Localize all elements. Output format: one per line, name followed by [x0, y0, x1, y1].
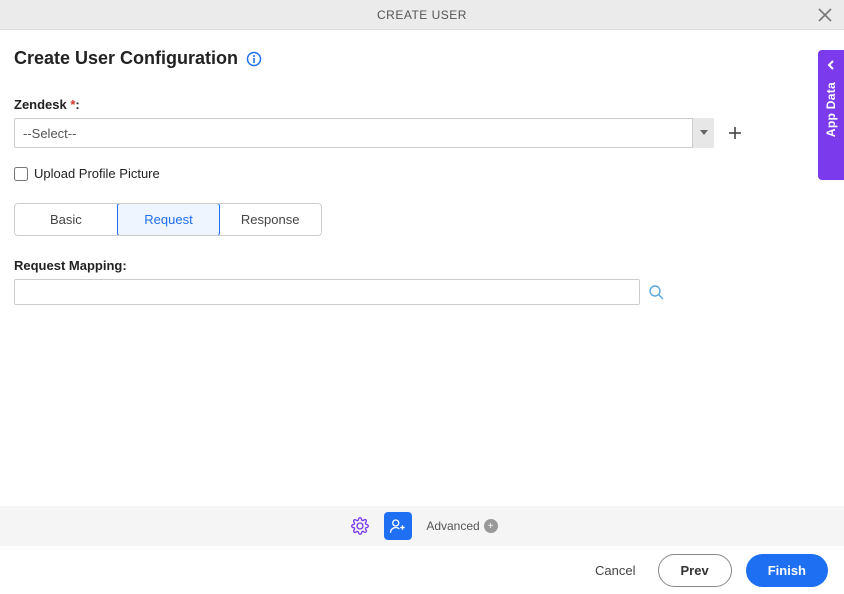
add-zendesk-button[interactable] — [724, 122, 746, 144]
close-button[interactable] — [818, 8, 832, 22]
search-icon — [648, 284, 664, 300]
zendesk-row — [14, 118, 830, 148]
dialog-footer: Cancel Prev Finish — [0, 546, 844, 594]
zendesk-label: Zendesk *: — [14, 97, 830, 112]
create-user-step-button[interactable] — [384, 512, 412, 540]
upload-profile-label[interactable]: Upload Profile Picture — [34, 166, 160, 181]
tab-request[interactable]: Request — [117, 203, 221, 236]
tab-response[interactable]: Response — [219, 204, 321, 235]
page-title-row: Create User Configuration — [14, 48, 830, 69]
cancel-button[interactable]: Cancel — [587, 557, 643, 584]
app-data-panel-toggle[interactable]: App Data — [818, 50, 844, 180]
dialog-title: CREATE USER — [0, 8, 844, 22]
gear-icon — [351, 517, 369, 535]
search-mapping-button[interactable] — [648, 284, 664, 300]
plus-circle-icon: + — [484, 519, 498, 533]
advanced-toggle[interactable]: Advanced + — [426, 519, 497, 533]
request-mapping-label: Request Mapping: — [14, 258, 830, 273]
page-title: Create User Configuration — [14, 48, 238, 69]
upload-profile-row: Upload Profile Picture — [14, 166, 830, 181]
plus-icon — [727, 125, 743, 141]
tab-basic[interactable]: Basic — [15, 204, 118, 235]
dialog-header: CREATE USER — [0, 0, 844, 30]
zendesk-select-input[interactable] — [14, 118, 714, 148]
chevron-left-icon — [826, 60, 836, 70]
info-icon[interactable] — [246, 51, 262, 67]
finish-button[interactable]: Finish — [746, 554, 828, 587]
user-plus-icon — [389, 517, 407, 535]
config-tabs: Basic Request Response — [14, 203, 322, 236]
dialog-content: Create User Configuration Zendesk *: Upl… — [0, 30, 844, 305]
close-icon — [818, 8, 832, 22]
request-mapping-row — [14, 279, 830, 305]
zendesk-select[interactable] — [14, 118, 714, 148]
settings-step-button[interactable] — [346, 512, 374, 540]
app-data-label: App Data — [824, 82, 838, 137]
request-mapping-input[interactable] — [14, 279, 640, 305]
upload-profile-checkbox[interactable] — [14, 167, 28, 181]
advanced-label: Advanced — [426, 519, 479, 533]
prev-button[interactable]: Prev — [658, 554, 732, 587]
bottom-toolbar: Advanced + — [0, 506, 844, 546]
